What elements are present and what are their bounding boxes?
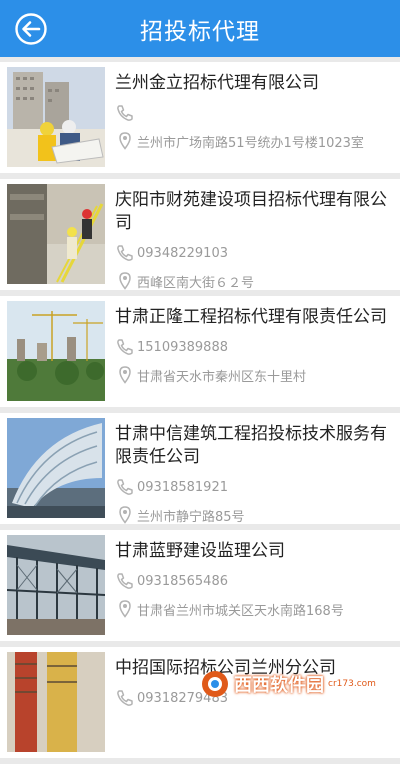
- phone-number: 09318565486: [137, 573, 228, 589]
- phone-icon: [117, 339, 133, 355]
- phone-number: 09348229103: [137, 245, 228, 261]
- phone-row[interactable]: 09318565486: [115, 569, 392, 593]
- phone-number: 15109389888: [137, 339, 228, 355]
- list-item[interactable]: 兰州金立招标代理有限公司 兰州市广场南路51号统办1号楼1023室: [0, 62, 400, 173]
- phone-row[interactable]: 15109389888: [115, 335, 392, 359]
- address-row: 兰州市广场南路51号统办1号楼1023室: [115, 129, 392, 153]
- address-row: 甘肃省兰州市城关区天水南路168号: [115, 597, 392, 621]
- location-pin-icon: [119, 132, 131, 150]
- back-arrow-icon[interactable]: [14, 12, 48, 46]
- company-thumbnail: [7, 418, 105, 518]
- site-watermark: 西西软件园 cr173.com: [200, 664, 378, 704]
- location-pin-icon: [119, 272, 131, 290]
- company-name: 甘肃蓝野建设监理公司: [115, 541, 285, 561]
- watermark-text: 西西软件园: [234, 675, 324, 696]
- address-text: 兰州市广场南路51号统办1号楼1023室: [137, 135, 364, 151]
- company-thumbnail: [7, 535, 105, 635]
- phone-row[interactable]: 09318581921: [115, 475, 392, 499]
- company-thumbnail: [7, 184, 105, 284]
- address-text: 甘肃省兰州市城关区天水南路168号: [137, 603, 344, 619]
- list-item[interactable]: 甘肃中信建筑工程招投标技术服务有限责任公司 09318581921 兰州市静宁路…: [0, 413, 400, 527]
- company-name: 甘肃中信建筑工程招投标技术服务有限责任公司: [115, 424, 387, 467]
- company-name: 甘肃正隆工程招标代理有限责任公司: [115, 307, 387, 327]
- location-pin-icon: [119, 600, 131, 618]
- location-pin-icon: [119, 366, 131, 384]
- company-name: 兰州金立招标代理有限公司: [115, 73, 319, 93]
- list-item[interactable]: 甘肃蓝野建设监理公司 09318565486 甘肃省兰州市城关区天水南路168号: [0, 530, 400, 641]
- company-thumbnail: [7, 301, 105, 401]
- watermark-subtext: cr173.com: [328, 679, 376, 689]
- phone-number: 09318581921: [137, 479, 228, 495]
- address-text: 兰州市静宁路85号: [137, 509, 245, 525]
- phone-icon: [117, 245, 133, 261]
- list-item[interactable]: 庆阳市财苑建设项目招标代理有限公司 09348229103 西峰区南大街６２号: [0, 179, 400, 293]
- address-row: 西峰区南大街６２号: [115, 269, 392, 293]
- app-header: 招投标代理: [0, 0, 400, 57]
- phone-icon: [117, 479, 133, 495]
- phone-row[interactable]: [115, 101, 392, 125]
- company-thumbnail: [7, 67, 105, 167]
- address-row: 兰州市静宁路85号: [115, 503, 392, 527]
- address-text: 甘肃省天水市秦州区东十里村: [137, 369, 307, 385]
- watermark-logo-icon: [202, 671, 228, 697]
- phone-icon: [117, 105, 133, 121]
- phone-row[interactable]: 09348229103: [115, 241, 392, 265]
- address-row: 甘肃省天水市秦州区东十里村: [115, 363, 392, 387]
- company-list: 兰州金立招标代理有限公司 兰州市广场南路51号统办1号楼1023室 庆阳市财苑建…: [0, 62, 400, 764]
- company-thumbnail: [7, 652, 105, 752]
- page-title: 招投标代理: [140, 18, 260, 45]
- list-item[interactable]: 甘肃正隆工程招标代理有限责任公司 15109389888 甘肃省天水市秦州区东十…: [0, 296, 400, 407]
- phone-icon: [117, 690, 133, 706]
- phone-icon: [117, 573, 133, 589]
- address-text: 西峰区南大街６２号: [137, 275, 255, 291]
- company-name: 庆阳市财苑建设项目招标代理有限公司: [115, 190, 387, 233]
- location-pin-icon: [119, 506, 131, 524]
